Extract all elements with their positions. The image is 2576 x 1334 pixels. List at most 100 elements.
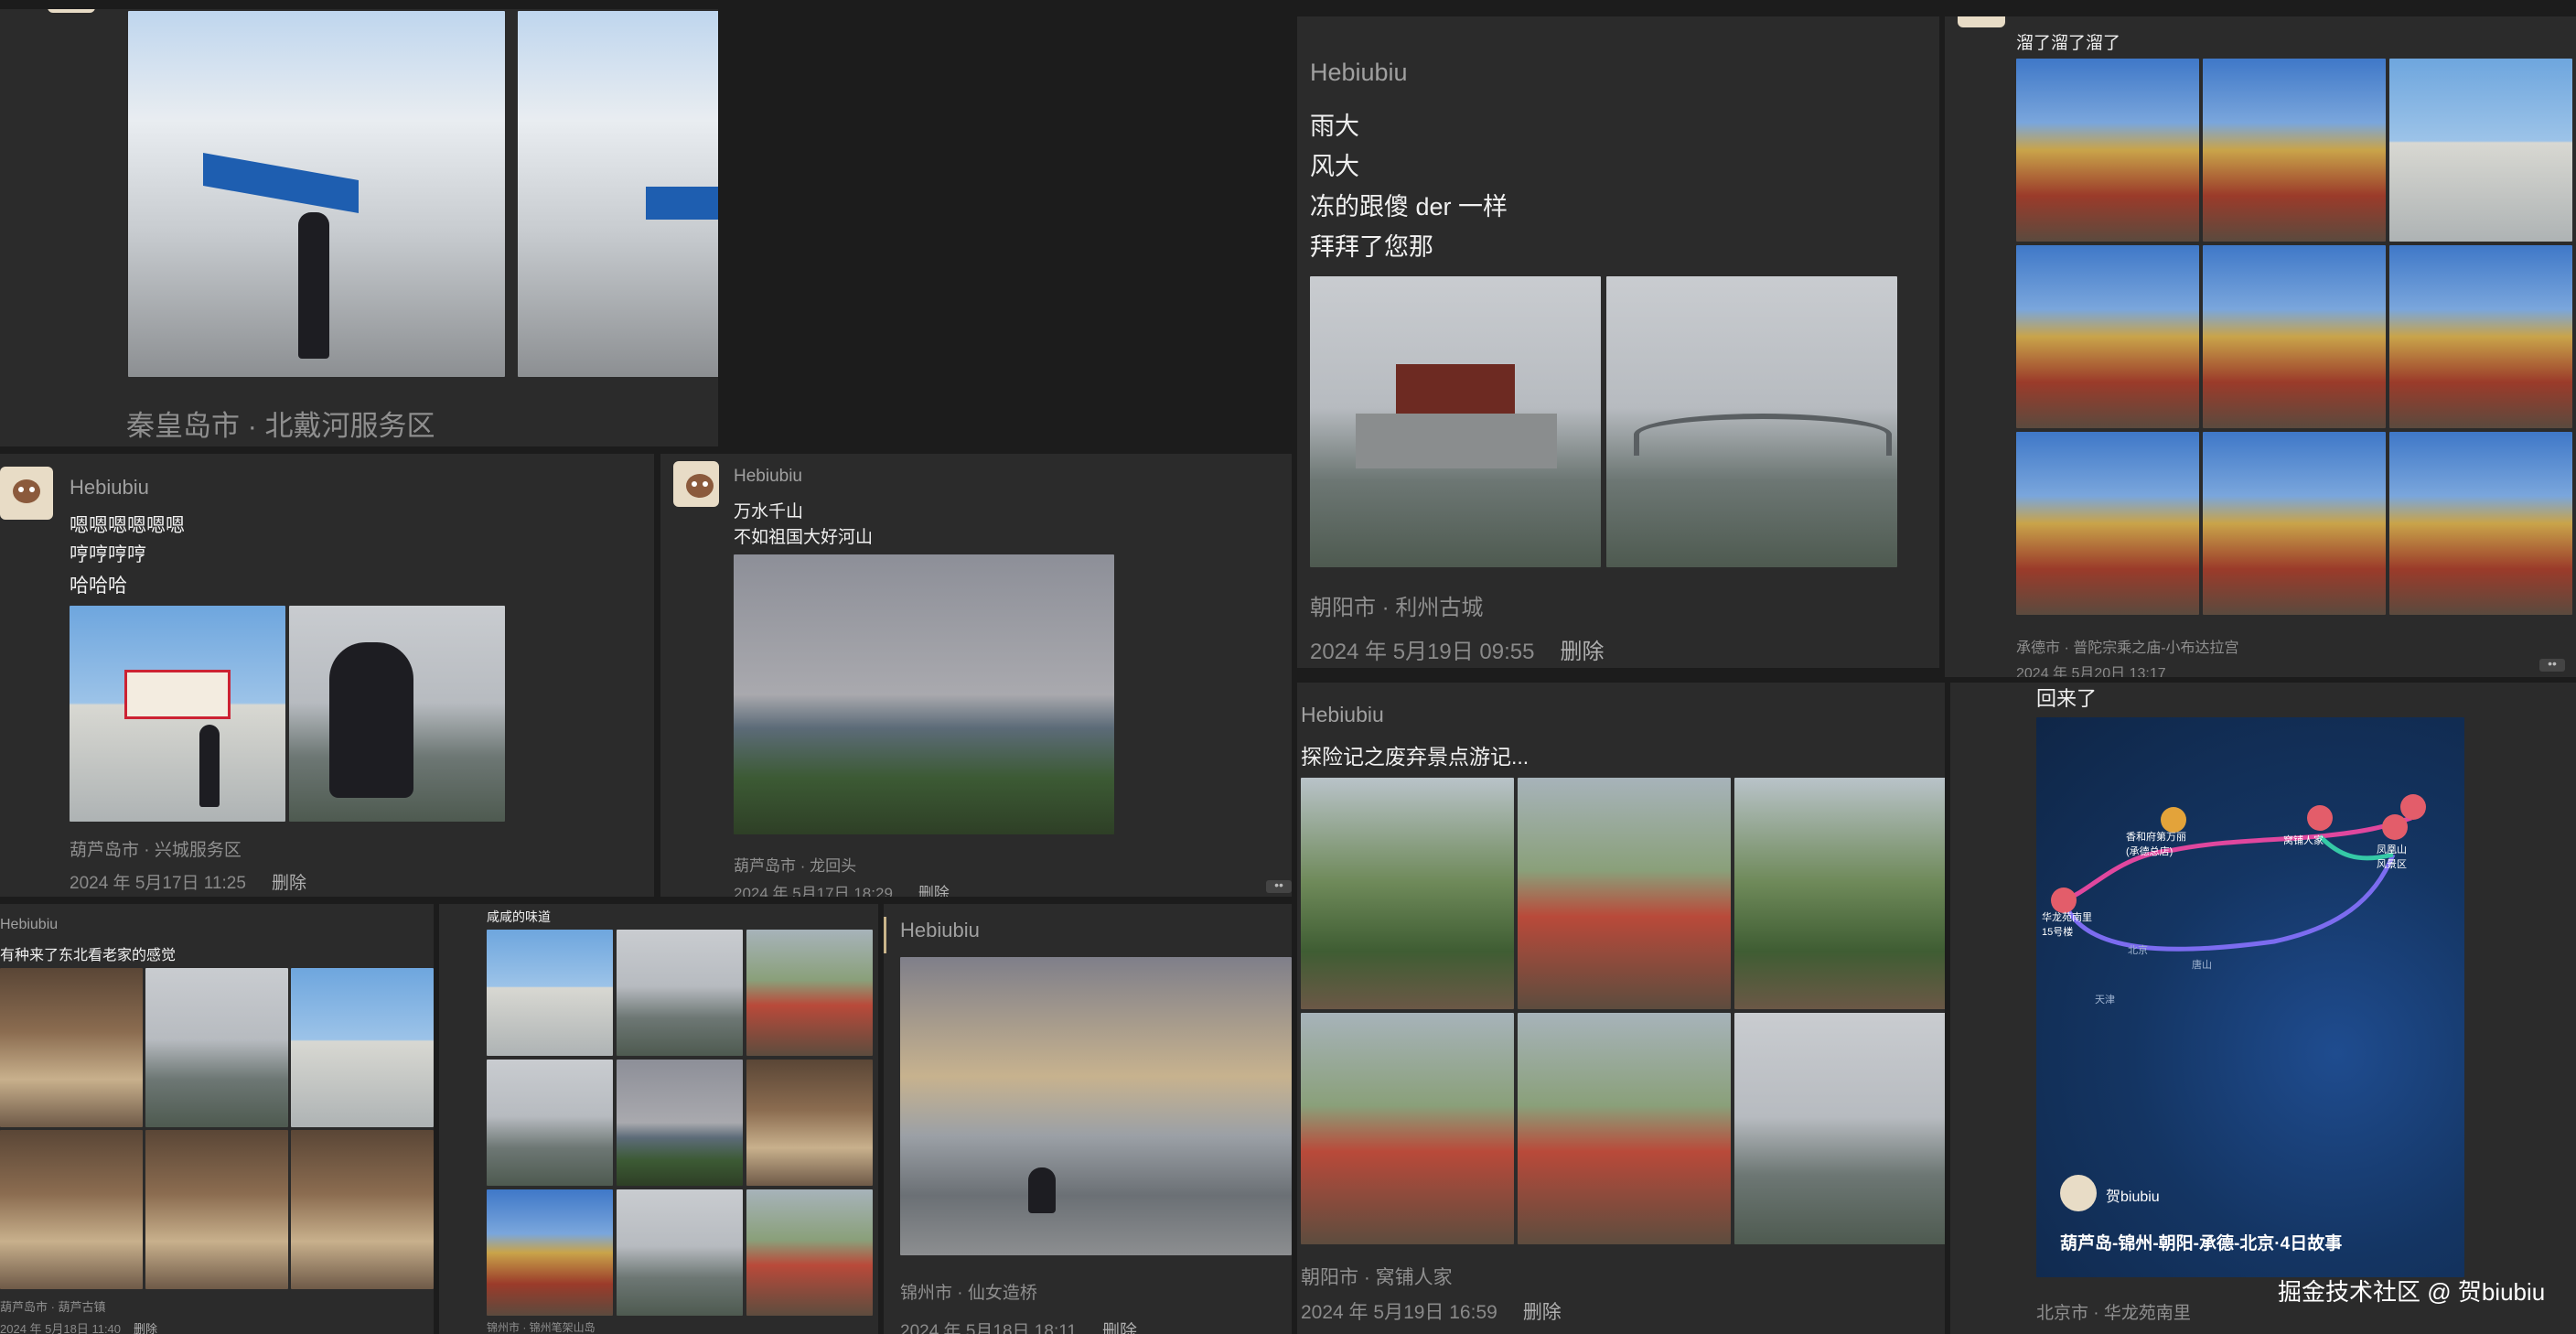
avatar[interactable] <box>673 461 719 507</box>
photo-chengde-1[interactable] <box>2016 59 2199 242</box>
post-location: 葫芦岛市 · 兴城服务区 <box>70 841 242 860</box>
photo-chengde-3[interactable] <box>2389 59 2572 242</box>
photo-chengde-9[interactable] <box>2389 432 2572 615</box>
post-location: 锦州市 · 仙女造桥 <box>900 1284 1037 1303</box>
post-bijia: 咸咸的味道 锦州市 · 锦州笔架山岛 <box>439 904 878 1334</box>
post-text-line-3: 冻的跟傻 der 一样 <box>1310 193 1508 221</box>
author-name[interactable]: Hebiubiu <box>1310 59 1408 87</box>
more-options-button[interactable]: •• <box>1266 878 1292 893</box>
map-username: 贺biubiu <box>2106 1189 2160 1205</box>
photo-xingcheng-1[interactable] <box>70 606 285 822</box>
post-time: 2024 年 5月17日 18:29 <box>734 885 893 897</box>
more-options-button[interactable]: •• <box>2539 657 2565 672</box>
post-text-line-4: 拜拜了您那 <box>1310 233 1433 261</box>
post-text-line-1: 万水千山 <box>734 502 804 522</box>
photo-bijia-9[interactable] <box>746 1189 873 1316</box>
photo-bijia-2[interactable] <box>617 930 743 1056</box>
post-longhuitou: Hebiubiu 万水千山 不如祖国大好河山 葫芦岛市 · 龙回头 2024 年… <box>660 454 1292 897</box>
photo-beidaihe-2[interactable] <box>518 11 718 377</box>
author-name[interactable]: Hebiubiu <box>900 919 980 942</box>
photo-bijia-3[interactable] <box>746 930 873 1056</box>
post-time: 2024 年 5月18日 18:11 <box>900 1322 1077 1334</box>
photo-chengde-5[interactable] <box>2203 245 2386 428</box>
post-xingcheng: Hebiubiu 嗯嗯嗯嗯嗯嗯 哼哼哼哼 哈哈哈 葫芦岛市 · 兴城服务区 20… <box>0 454 654 897</box>
post-location: 北京市 · 华龙苑南里 <box>2036 1304 2191 1323</box>
photo-bijia-1[interactable] <box>487 930 613 1056</box>
post-timestamp: 2024 年 5月19日 16:59 删除 <box>1301 1297 1562 1325</box>
delete-button[interactable]: 删除 <box>1561 640 1605 664</box>
post-text: 回来了 <box>2036 687 2098 710</box>
photo-wopu-1[interactable] <box>1301 778 1514 1009</box>
photo-chengde-2[interactable] <box>2203 59 2386 242</box>
photo-beidaihe-1[interactable] <box>128 11 505 377</box>
photo-grid-wopu <box>1301 778 1945 1244</box>
photo-bijia-4[interactable] <box>487 1060 613 1186</box>
photo-wopu-3[interactable] <box>1734 778 1945 1009</box>
map-label-wopu: 窝铺人家 <box>2283 835 2324 846</box>
post-timestamp: 2024 年 5月19日 09:55 删除 <box>1310 633 1605 665</box>
delete-button[interactable]: 删除 <box>918 885 950 897</box>
map-label-tangshan: 唐山 <box>2192 960 2212 971</box>
panel-edge-accent <box>884 917 886 953</box>
post-timestamp: 2024 年 5月18日 11:40 删除 <box>0 1319 157 1334</box>
map-label-beijing: 北京 <box>2128 945 2148 956</box>
photo-hulu-5[interactable] <box>145 1130 288 1289</box>
photo-bijia-7[interactable] <box>487 1189 613 1316</box>
photo-chengde-6[interactable] <box>2389 245 2572 428</box>
photo-hulu-2[interactable] <box>145 968 288 1127</box>
photo-hulu-1[interactable] <box>0 968 143 1127</box>
delete-button[interactable]: 删除 <box>272 874 306 893</box>
route-map[interactable]: 华龙苑南里 15号楼 香和府第万丽 (承德总店) 窝铺人家 凤凰山 风景区 天津… <box>2036 717 2464 1277</box>
photo-wopu-2[interactable] <box>1518 778 1731 1009</box>
post-timestamp: 2024 年 5月17日 11:25 删除 <box>70 869 306 894</box>
post-location: 承德市 · 普陀宗乘之庙-小布达拉宫 <box>2016 640 2239 656</box>
avatar[interactable] <box>0 467 53 520</box>
photo-bijia-6[interactable] <box>746 1060 873 1186</box>
post-time: 2024 年 5月19日 16:59 <box>1301 1302 1497 1323</box>
photo-grid-bijia <box>487 930 878 1316</box>
author-name[interactable]: Hebiubiu <box>734 467 802 487</box>
photo-bijia-5[interactable] <box>617 1060 743 1186</box>
author-name[interactable]: Hebiubiu <box>1301 703 1384 727</box>
delete-button[interactable]: 删除 <box>1102 1322 1137 1334</box>
photo-bijia-8[interactable] <box>617 1189 743 1316</box>
post-text-line-1: 嗯嗯嗯嗯嗯嗯 <box>70 515 185 536</box>
photo-wopu-4[interactable] <box>1301 1013 1514 1244</box>
post-text-line-3: 哈哈哈 <box>70 576 127 597</box>
divider-top <box>0 0 1292 9</box>
photo-chengde-4[interactable] <box>2016 245 2199 428</box>
photo-chengde-8[interactable] <box>2203 432 2386 615</box>
post-time: 2024 年 5月17日 11:25 <box>70 874 246 893</box>
photo-hulu-3[interactable] <box>291 968 434 1127</box>
post-timestamp: 2024 年 5月17日 18:29 删除 <box>734 880 950 897</box>
delete-button[interactable]: 删除 <box>134 1322 157 1334</box>
post-time: 2024 年 5月19日 09:55 <box>1310 640 1535 664</box>
photo-lizhou-2[interactable] <box>1606 276 1897 567</box>
post-timestamp: 2024 年 5月18日 18:11 删除 <box>900 1318 1137 1334</box>
photo-lizhou-1[interactable] <box>1310 276 1601 567</box>
photo-hulu-4[interactable] <box>0 1130 143 1289</box>
post-text-line-2: 哼哼哼哼 <box>70 544 146 565</box>
watermark: 掘金技术社区 @ 贺biubiu <box>2278 1278 2546 1306</box>
map-caption: 葫芦岛-锦州-朝阳-承德-北京·4日故事 <box>2060 1234 2343 1253</box>
map-avatar <box>2060 1175 2097 1211</box>
photo-longhuitou[interactable] <box>734 554 1114 834</box>
post-location: 朝阳市 · 利州古城 <box>1310 596 1484 620</box>
post-location: 秦皇岛市 · 北戴河服务区 <box>126 410 435 442</box>
post-time: 2024 年 5月20日 13:17 <box>2016 666 2166 677</box>
photo-xingcheng-2[interactable] <box>289 606 505 822</box>
photo-chengde-7[interactable] <box>2016 432 2199 615</box>
photo-wopu-6[interactable] <box>1734 1013 1945 1244</box>
post-text: 咸咸的味道 <box>487 909 551 924</box>
post-text: 探险记之废弃景点游记... <box>1301 745 1530 769</box>
photo-wopu-5[interactable] <box>1518 1013 1731 1244</box>
map-label-hotel: 香和府第万丽 (承德总店) <box>2126 832 2186 857</box>
author-name[interactable]: Hebiubiu <box>70 476 149 500</box>
avatar-partial <box>1958 16 2005 27</box>
author-name[interactable]: Hebiubiu <box>0 917 58 933</box>
post-location: 锦州市 · 锦州笔架山岛 <box>487 1321 596 1334</box>
post-location: 葫芦岛市 · 葫芦古镇 <box>0 1300 106 1314</box>
photo-xiannv[interactable] <box>900 957 1292 1255</box>
delete-button[interactable]: 删除 <box>1523 1302 1562 1323</box>
photo-hulu-6[interactable] <box>291 1130 434 1289</box>
